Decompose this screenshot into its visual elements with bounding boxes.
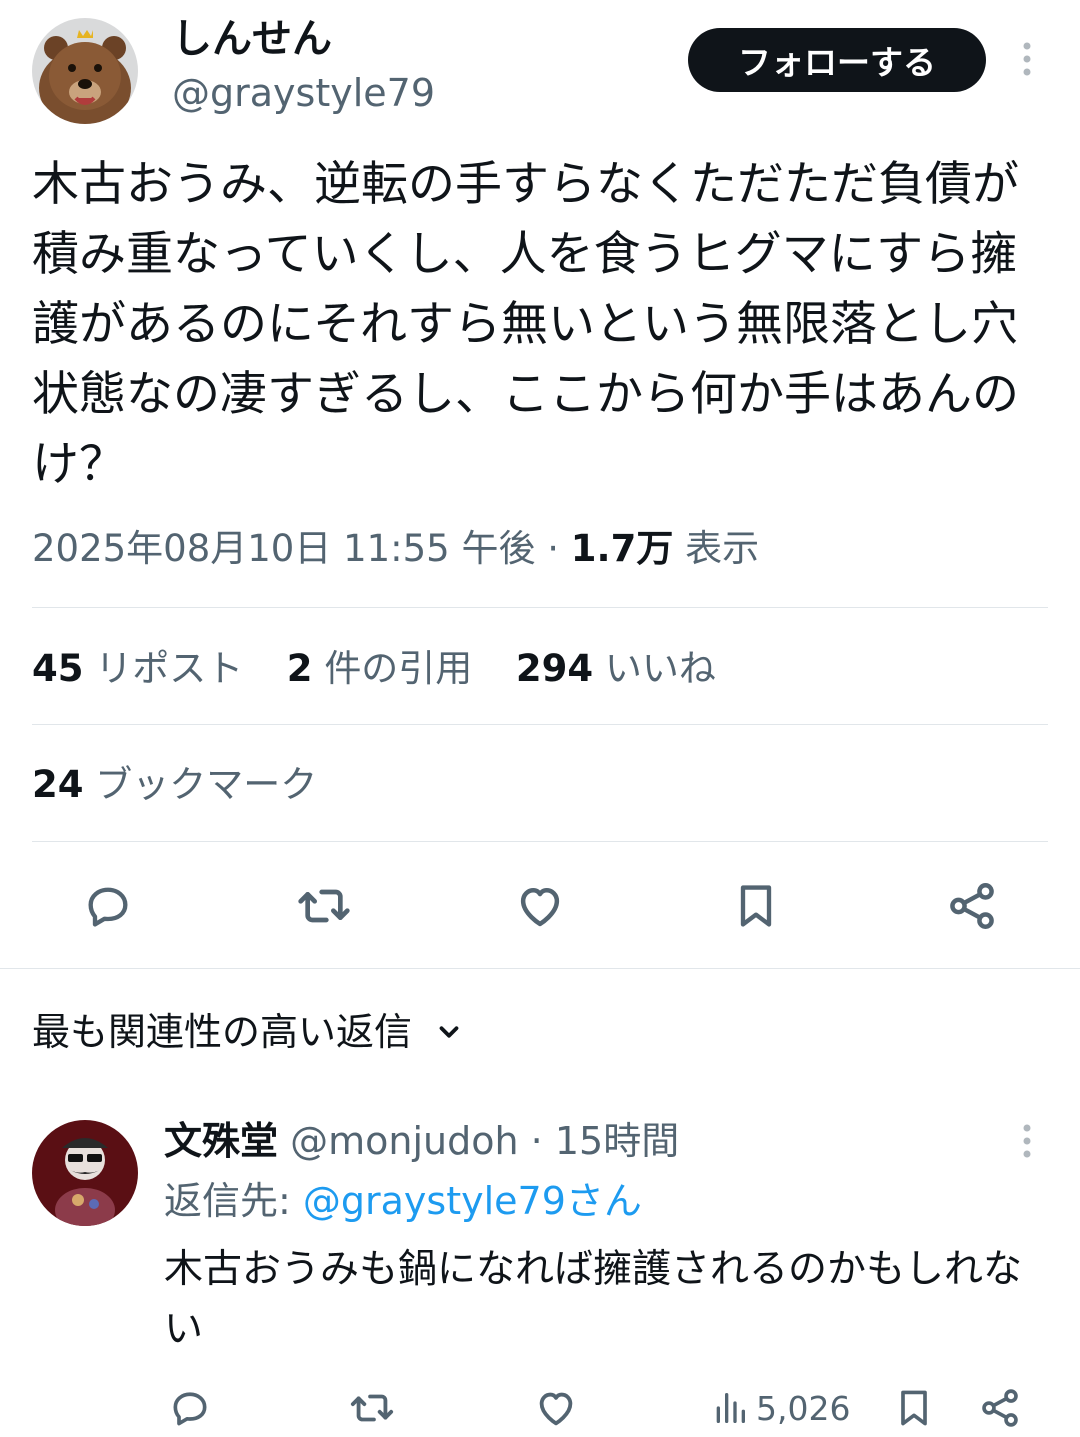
reply-separator: ·: [530, 1119, 543, 1163]
reposts-label: リポスト: [95, 647, 244, 690]
bookmarks-stat[interactable]: 24 ブックマーク: [32, 758, 317, 812]
reply-author-handle[interactable]: @monjudoh: [290, 1119, 518, 1163]
likes-stat[interactable]: 294 いいね: [516, 647, 716, 690]
follow-button[interactable]: フォローする: [688, 28, 986, 92]
retweet-icon: [298, 889, 350, 923]
reply-avatar[interactable]: [32, 1120, 138, 1226]
reply-views[interactable]: 5,026: [710, 1384, 850, 1432]
share-button[interactable]: [942, 876, 1002, 936]
author-avatar[interactable]: [32, 18, 138, 124]
views-label: 表示: [685, 527, 760, 570]
like-button[interactable]: [510, 876, 570, 936]
reply-more-icon[interactable]: [1012, 1122, 1042, 1162]
chevron-down-icon: [439, 1026, 459, 1038]
reply-header: 文殊堂 @monjudoh · 15時間: [164, 1114, 679, 1168]
heart-icon: [520, 888, 560, 927]
quotes-count: 2: [286, 647, 313, 690]
reposts-count: 45: [32, 647, 84, 690]
reply-reply-button[interactable]: [166, 1384, 214, 1432]
heart-icon: [539, 1392, 573, 1426]
reply-retweet-button[interactable]: [348, 1384, 396, 1432]
tweet-timestamp[interactable]: 2025年08月10日 11:55 午後: [32, 527, 535, 570]
reply-author-name[interactable]: 文殊堂: [164, 1119, 278, 1163]
section-divider: [0, 968, 1080, 969]
replying-to-label: 返信先:: [164, 1179, 291, 1223]
divider: [32, 607, 1048, 608]
reply-share-button[interactable]: [976, 1384, 1024, 1432]
bookmark-icon: [901, 1390, 927, 1426]
meta-separator: ·: [547, 527, 560, 570]
reposts-stat[interactable]: 45 リポスト: [32, 647, 255, 690]
views-icon: [716, 1393, 745, 1423]
retweet-button[interactable]: [294, 876, 354, 936]
replies-sort-label: 最も関連性の高い返信: [32, 1010, 413, 1054]
reply-views-count: 5,026: [756, 1388, 851, 1428]
bookmarks-label: ブックマーク: [95, 763, 318, 806]
reply-bookmark-button[interactable]: [890, 1384, 938, 1432]
share-icon: [950, 883, 994, 929]
reply-icon: [173, 1392, 207, 1426]
tweet-meta: 2025年08月10日 11:55 午後 · 1.7万 表示: [32, 522, 759, 576]
views-count: 1.7万: [570, 527, 674, 570]
reply-time[interactable]: 15時間: [555, 1119, 679, 1163]
reply-button[interactable]: [78, 876, 138, 936]
stats-row: 45 リポスト 2 件の引用 294 いいね: [32, 642, 716, 696]
author-name[interactable]: しんせん: [172, 14, 332, 64]
bear-avatar-icon: [32, 18, 138, 124]
bookmarks-count: 24: [32, 763, 84, 806]
share-icon: [982, 1389, 1018, 1427]
tweet-text: 木古おうみ、逆転の手すらなくただただ負債が積み重なっていくし、人を食うヒグマにす…: [32, 157, 1019, 492]
reply-icon: [88, 887, 128, 927]
bookmark-button[interactable]: [726, 876, 786, 936]
more-icon[interactable]: [1012, 40, 1042, 80]
likes-count: 294: [515, 647, 594, 690]
likes-label: いいね: [604, 647, 716, 690]
follow-button-label: フォローする: [738, 43, 936, 82]
retweet-icon: [350, 1394, 394, 1422]
quotes-stat[interactable]: 2 件の引用: [287, 647, 484, 690]
bookmark-icon: [740, 885, 772, 927]
divider: [32, 841, 1048, 842]
divider: [32, 724, 1048, 725]
reply-like-button[interactable]: [532, 1384, 580, 1432]
reply-avatar-icon: [32, 1120, 138, 1226]
quotes-label: 件の引用: [324, 647, 473, 690]
reply-text: 木古おうみも鍋になれば擁護されるのかもしれない: [164, 1247, 1023, 1352]
replies-sort-dropdown[interactable]: 最も関連性の高い返信: [32, 1004, 464, 1060]
replying-to: 返信先: @graystyle79さん: [164, 1174, 642, 1228]
author-handle[interactable]: @graystyle79: [172, 68, 435, 118]
replying-to-link[interactable]: @graystyle79さん: [303, 1179, 642, 1223]
